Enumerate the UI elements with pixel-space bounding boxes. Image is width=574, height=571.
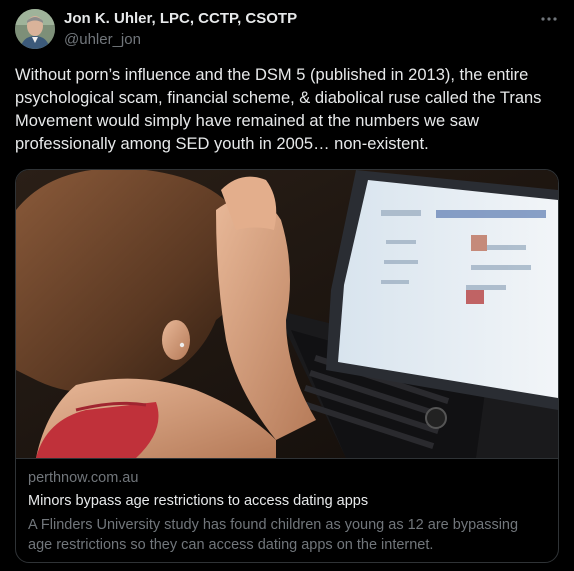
author-handle[interactable]: @uhler_jon (64, 31, 141, 48)
card-domain: perthnow.com.au (28, 470, 139, 486)
avatar-image (15, 9, 55, 49)
card-title: Minors bypass age restrictions to access… (28, 493, 369, 509)
card-description: A Flinders University study has found ch… (28, 517, 519, 553)
author-name[interactable]: Jon K. Uhler, LPC, CCTP, CSOTP (64, 10, 297, 27)
avatar[interactable] (15, 9, 55, 49)
tweet-text: Without porn’s influence and the DSM 5 (… (15, 66, 542, 153)
card-photo (16, 170, 558, 458)
card-meta[interactable]: perthnow.com.au Minors bypass age restri… (16, 458, 558, 562)
more-options-button[interactable] (536, 10, 562, 28)
tweet: Jon K. Uhler, LPC, CCTP, CSOTP @uhler_jo… (0, 0, 574, 571)
more-horizontal-icon (541, 17, 557, 21)
link-card[interactable]: perthnow.com.au Minors bypass age restri… (15, 169, 559, 563)
card-image[interactable] (16, 170, 558, 458)
